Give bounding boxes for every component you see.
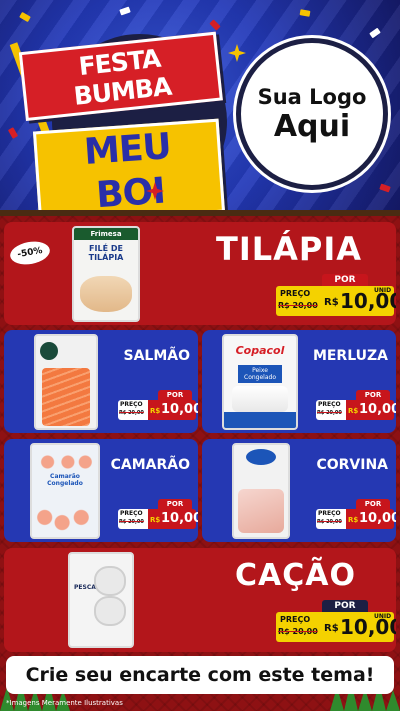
price-old-box: PREÇO R$ 20,00	[276, 612, 322, 642]
price-preco-label: PREÇO	[318, 510, 341, 517]
price-new-box: R$ 10,00	[346, 509, 396, 529]
merluza-package-image: Copacol Peixe Congelado	[222, 334, 298, 430]
wave-graphic	[224, 412, 296, 428]
price-preco-label: PREÇO	[280, 289, 311, 298]
price-tag: POR PREÇO R$ 20,00 R$ 10,00 UNID	[276, 600, 396, 646]
fillet-graphic	[232, 386, 288, 412]
price-preco-label: PREÇO	[120, 510, 143, 517]
logo-placeholder[interactable]: Sua Logo Aqui	[236, 38, 388, 190]
confetti	[7, 127, 19, 139]
product-name: CORVINA	[316, 457, 388, 473]
package-brand: Copacol	[235, 344, 285, 357]
price-old-value: R$ 20,00	[278, 627, 318, 636]
confetti	[19, 11, 31, 23]
salmon-package-image	[34, 334, 98, 430]
confetti	[379, 183, 391, 193]
price-por-label: POR	[322, 274, 368, 286]
title-line-1: FESTA BUMBA	[18, 31, 223, 122]
fillet-graphic	[238, 489, 284, 533]
salmon-fillet-graphic	[42, 368, 90, 426]
confetti	[119, 6, 131, 16]
price-old-box: PREÇO R$ 20,00	[118, 509, 148, 529]
price-por-label: POR	[356, 499, 390, 509]
package-brand: Frimesa	[74, 228, 138, 240]
fish-steak-graphic	[94, 596, 126, 626]
product-name: MERLUZA	[312, 348, 388, 364]
camarao-package-image: Camarão Congelado	[30, 443, 100, 539]
product-card-salmao[interactable]: SALMÃO POR PREÇO R$ 20,00 R$ 10,00	[4, 330, 198, 433]
header-banner: FESTA BUMBA MEU BOI Sua Logo Aqui	[0, 0, 400, 210]
price-currency: R$	[348, 516, 359, 524]
price-old-box: PREÇO R$ 20,00	[316, 400, 346, 420]
product-card-corvina[interactable]: CORVINA POR PREÇO R$ 20,00 R$ 10,00	[202, 439, 396, 542]
confetti	[369, 27, 381, 39]
price-preco-label: PREÇO	[120, 401, 143, 408]
package-title: Peixe Congelado	[238, 365, 282, 383]
product-card-merluza[interactable]: Copacol Peixe Congelado MERLUZA POR PREÇ…	[202, 330, 396, 433]
price-old-box: PREÇO R$ 20,00	[118, 400, 148, 420]
price-unit: UNID	[374, 287, 392, 294]
price-tag: POR PREÇO R$ 20,00 R$ 10,00	[118, 499, 198, 533]
product-name: TILÁPIA	[215, 230, 362, 268]
price-unit: UNID	[374, 613, 392, 620]
price-new-box: R$ 10,00	[346, 400, 396, 420]
price-currency: R$	[324, 297, 339, 308]
cta-banner[interactable]: Crie seu encarte com este tema!	[6, 656, 394, 694]
price-new-box: R$ 10,00 UNID	[322, 286, 396, 316]
price-new-value: 10,00	[359, 402, 396, 417]
price-currency: R$	[324, 623, 339, 634]
shrimp-graphic	[36, 453, 94, 471]
shrimp-graphic	[36, 507, 94, 533]
cacao-package-image: PESCADOS	[68, 552, 134, 648]
price-new-value: 10,00	[161, 511, 198, 526]
price-currency: R$	[348, 407, 359, 415]
price-tag: POR PREÇO R$ 20,00 R$ 10,00 UNID	[276, 274, 396, 320]
price-old-box: PREÇO R$ 20,00	[276, 286, 322, 316]
price-por-label: POR	[158, 390, 192, 400]
logo-line-2: Aqui	[273, 108, 351, 144]
package-title: FILÉ DE TILÁPIA	[88, 244, 124, 262]
price-new-box: R$ 10,00	[148, 509, 198, 529]
price-tag: POR PREÇO R$ 20,00 R$ 10,00	[118, 390, 198, 424]
price-new-value: 10,00	[359, 511, 396, 526]
price-preco-label: PREÇO	[318, 401, 341, 408]
price-por-label: POR	[158, 499, 192, 509]
discount-badge: -50%	[8, 238, 52, 268]
product-name: SALMÃO	[123, 348, 190, 364]
price-old-value: R$ 20,00	[278, 301, 318, 310]
product-card-tilapia[interactable]: -50% Frimesa FILÉ DE TILÁPIA TILÁPIA POR…	[4, 222, 396, 325]
confetti	[299, 9, 311, 17]
price-old-value: R$ 20,00	[119, 410, 144, 416]
product-name: CAÇÃO	[235, 558, 356, 593]
price-old-box: PREÇO R$ 20,00	[316, 509, 346, 529]
product-card-camarao[interactable]: Camarão Congelado CAMARÃO POR PREÇO R$ 2…	[4, 439, 198, 542]
fish-fillet-graphic	[80, 276, 132, 312]
package-title: Camarão Congelado	[47, 473, 83, 487]
product-name: CAMARÃO	[110, 457, 190, 473]
price-tag: POR PREÇO R$ 20,00 R$ 10,00	[316, 499, 396, 533]
price-por-label: POR	[322, 600, 368, 612]
price-por-label: POR	[356, 390, 390, 400]
price-preco-label: PREÇO	[280, 615, 311, 624]
price-new-value: 10,00	[161, 402, 198, 417]
price-currency: R$	[150, 407, 161, 415]
confetti	[209, 19, 221, 31]
price-old-value: R$ 20,00	[119, 519, 144, 525]
price-old-value: R$ 20,00	[317, 410, 342, 416]
product-card-cacao[interactable]: PESCADOS CAÇÃO POR PREÇO R$ 20,00 R$ 10,…	[4, 548, 396, 652]
festival-title: FESTA BUMBA MEU BOI	[18, 31, 234, 210]
price-currency: R$	[150, 516, 161, 524]
package-seal-icon	[40, 342, 58, 360]
tilapia-package-image: Frimesa FILÉ DE TILÁPIA	[72, 226, 140, 322]
logo-line-1: Sua Logo	[257, 84, 367, 109]
price-new-box: R$ 10,00 UNID	[322, 612, 396, 642]
price-old-value: R$ 20,00	[317, 519, 342, 525]
footnote: *Imagens Meramente Ilustrativas	[6, 699, 123, 707]
price-new-box: R$ 10,00	[148, 400, 198, 420]
price-tag: POR PREÇO R$ 20,00 R$ 10,00	[316, 390, 396, 424]
corvina-package-image	[232, 443, 290, 539]
title-line-2: MEU BOI	[32, 118, 226, 210]
fish-steak-graphic	[94, 566, 126, 596]
package-seal-icon	[246, 449, 276, 465]
